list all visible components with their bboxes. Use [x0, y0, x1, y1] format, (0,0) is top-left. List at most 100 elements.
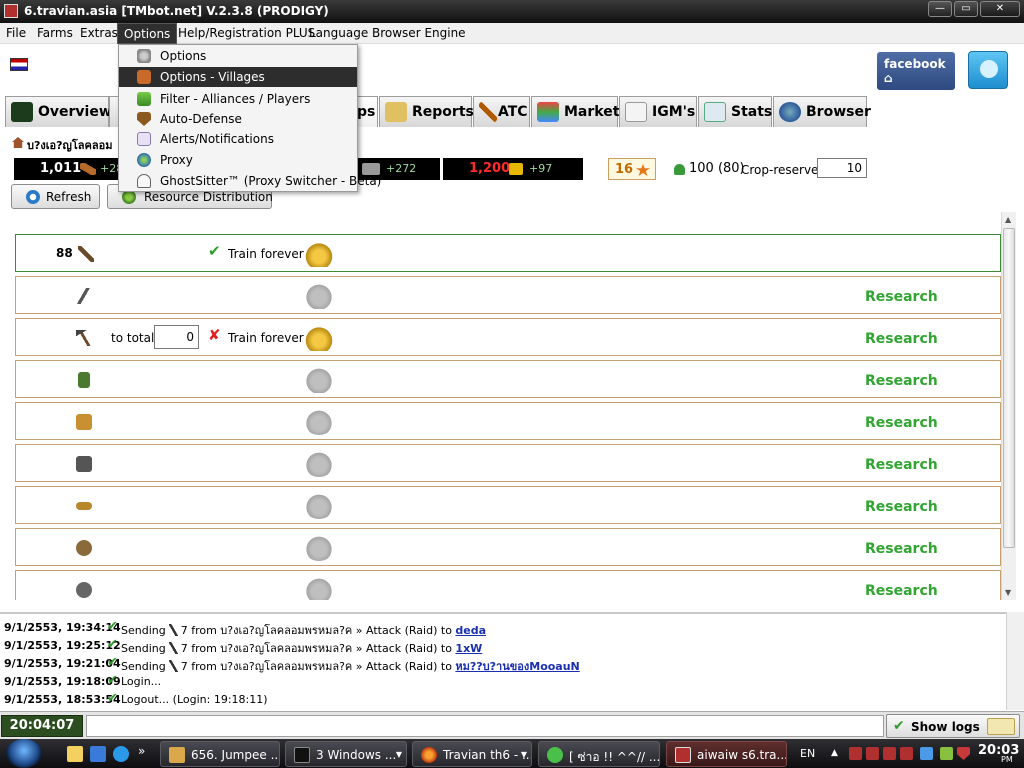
quicklaunch-desktop-icon[interactable] [90, 746, 106, 762]
home-icon: ⌂ [884, 71, 893, 85]
menu-item-options[interactable]: Options [119, 46, 357, 66]
task-tmbot[interactable]: aiwaiw s6.tra... [666, 741, 787, 767]
troop-total-input[interactable]: 0 [154, 325, 199, 349]
log-body: 7 from บ?งเอ?ญโลคลอมพรหมล?ค » Attack (Ra… [180, 642, 452, 655]
notepad-icon[interactable] [987, 718, 1015, 735]
tray-app-icon[interactable] [940, 747, 953, 760]
train-x-icon[interactable]: ✘ [208, 327, 224, 343]
menu-item-label: GhostSitter™ (Proxy Switcher - Beta) [160, 174, 382, 188]
scroll-down-icon[interactable]: ▼ [1005, 588, 1014, 597]
troop-table-scrollbar[interactable]: ▲ ▼ [1001, 212, 1016, 600]
research-link[interactable]: Research [865, 415, 938, 431]
tray-network-icon[interactable] [920, 747, 933, 760]
train-forever-label[interactable]: Train forever [228, 331, 304, 345]
status-input[interactable] [86, 715, 884, 737]
menu-item-proxy[interactable]: Proxy [119, 150, 357, 170]
menu-item-ghostsitter[interactable]: GhostSitter™ (Proxy Switcher - Beta) [119, 171, 381, 191]
quicklaunch-notepad-icon[interactable] [67, 746, 83, 762]
crop-icon [509, 163, 523, 175]
tab-igms[interactable]: IGM's [619, 96, 697, 127]
research-link[interactable]: Research [865, 499, 938, 515]
market-icon [537, 102, 559, 122]
start-button[interactable] [6, 739, 42, 768]
taskbar-clock[interactable]: 20:03 [978, 743, 1019, 758]
tray-shield-icon[interactable] [957, 747, 970, 760]
close-button[interactable]: ✕ [980, 1, 1020, 17]
research-link[interactable]: Research [865, 289, 938, 305]
menu-help-registration[interactable]: Help/Registration PLUS [178, 26, 315, 40]
menu-item-options-villages[interactable]: Options - Villages [119, 67, 357, 87]
log-target-link[interactable]: 1xW [455, 642, 482, 655]
menu-browser-engine[interactable]: Browser Engine [372, 26, 466, 40]
menu-item-filter-alliances[interactable]: Filter - Alliances / Players [119, 89, 357, 109]
research-link[interactable]: Research [865, 373, 938, 389]
menu-language[interactable]: Language [309, 26, 368, 40]
train-crown-icon[interactable] [304, 325, 334, 351]
menu-file[interactable]: File [6, 26, 26, 40]
tab-browser[interactable]: Browser [773, 96, 871, 127]
tab-browser-label: Browser [806, 104, 871, 120]
refresh-label: Refresh [46, 190, 92, 204]
minimize-button[interactable]: — [928, 1, 952, 17]
log-target-link[interactable]: deda [455, 624, 486, 637]
menu-item-auto-defense[interactable]: Auto-Defense [119, 109, 357, 129]
menu-item-label: Filter - Alliances / Players [160, 92, 311, 106]
tab-overview[interactable]: Overview [5, 96, 112, 127]
train-forever-label[interactable]: Train forever [228, 247, 304, 261]
tab-market-label: Market [564, 104, 620, 120]
quicklaunch-more-icon[interactable]: » [138, 744, 154, 760]
options-gear-icon [137, 49, 151, 63]
tray-tmbot-icon[interactable] [900, 747, 913, 760]
task-travian-firefox[interactable]: Travian th6 - ... ▼ [412, 741, 532, 767]
train-crown-icon [304, 577, 334, 600]
menu-item-alerts[interactable]: Alerts/Notifications [119, 129, 357, 149]
train-crown-icon[interactable] [304, 241, 334, 267]
menu-extras[interactable]: Extras [80, 26, 118, 40]
stats-chart-icon [704, 102, 726, 122]
tray-tmbot-icon[interactable] [883, 747, 896, 760]
task-messenger[interactable]: [ ซ่าอ !! ^^// ... [538, 741, 660, 767]
train-check-icon[interactable]: ✔ [208, 244, 223, 259]
ram-icon [76, 502, 92, 510]
facebook-button[interactable]: facebook ⌂ [877, 52, 955, 90]
scroll-up-icon[interactable]: ▲ [1005, 215, 1014, 224]
research-link[interactable]: Research [865, 457, 938, 473]
tray-tmbot-icon[interactable] [866, 747, 879, 760]
research-link[interactable]: Research [865, 583, 938, 599]
spear-icon [76, 288, 92, 304]
log-body: 7 from บ?งเอ?ญโลคลอมพรหมล?ค » Attack (Ra… [180, 624, 452, 637]
tray-expand-icon[interactable]: ▲ [831, 748, 838, 758]
tab-reports[interactable]: Reports [379, 96, 474, 127]
menu-item-label: Options - Villages [160, 70, 265, 84]
menu-item-label: Options [160, 49, 207, 63]
status-bar: 20:04:07 ✔ Show logs [0, 711, 1024, 739]
twitter-button[interactable] [968, 51, 1008, 89]
server-clock: 20:04:07 [1, 715, 83, 737]
tab-stats[interactable]: Stats [698, 96, 772, 127]
maximize-button[interactable]: ▭ [954, 1, 978, 17]
menu-options[interactable]: Options [117, 23, 178, 44]
log-date: 9/1/2553, 19:21:04 [4, 657, 121, 670]
crop-reserves-label: Crop-reserves: [741, 163, 829, 177]
log-target-link[interactable]: หม??บ?านของMooauN [455, 660, 579, 673]
incoming-attacks-badge[interactable]: 16 [608, 158, 656, 180]
tab-market[interactable]: Market [531, 96, 620, 127]
task-jumpee[interactable]: 656. Jumpee ... [160, 741, 280, 767]
quicklaunch-ie-icon[interactable] [113, 746, 129, 762]
tray-tmbot-icon[interactable] [849, 747, 862, 760]
log-date: 9/1/2553, 18:53:54 [4, 693, 121, 706]
log-scrollbar[interactable] [1006, 612, 1024, 710]
show-logs-toggle[interactable]: ✔ Show logs [886, 714, 1020, 738]
language-indicator[interactable]: EN [800, 747, 815, 760]
resource-distribution-icon [122, 190, 136, 204]
crop-reserves-input[interactable]: 10 [817, 158, 867, 178]
reports-icon [385, 102, 407, 122]
menu-farms[interactable]: Farms [37, 26, 73, 40]
research-link[interactable]: Research [865, 331, 938, 347]
log-message: Login... [121, 675, 162, 688]
research-link[interactable]: Research [865, 541, 938, 557]
task-windows-group[interactable]: 3 Windows ... ▼ [285, 741, 407, 767]
tab-atc[interactable]: ATC [473, 96, 530, 127]
scroll-thumb[interactable] [1003, 228, 1015, 548]
refresh-button[interactable]: Refresh [11, 184, 100, 209]
